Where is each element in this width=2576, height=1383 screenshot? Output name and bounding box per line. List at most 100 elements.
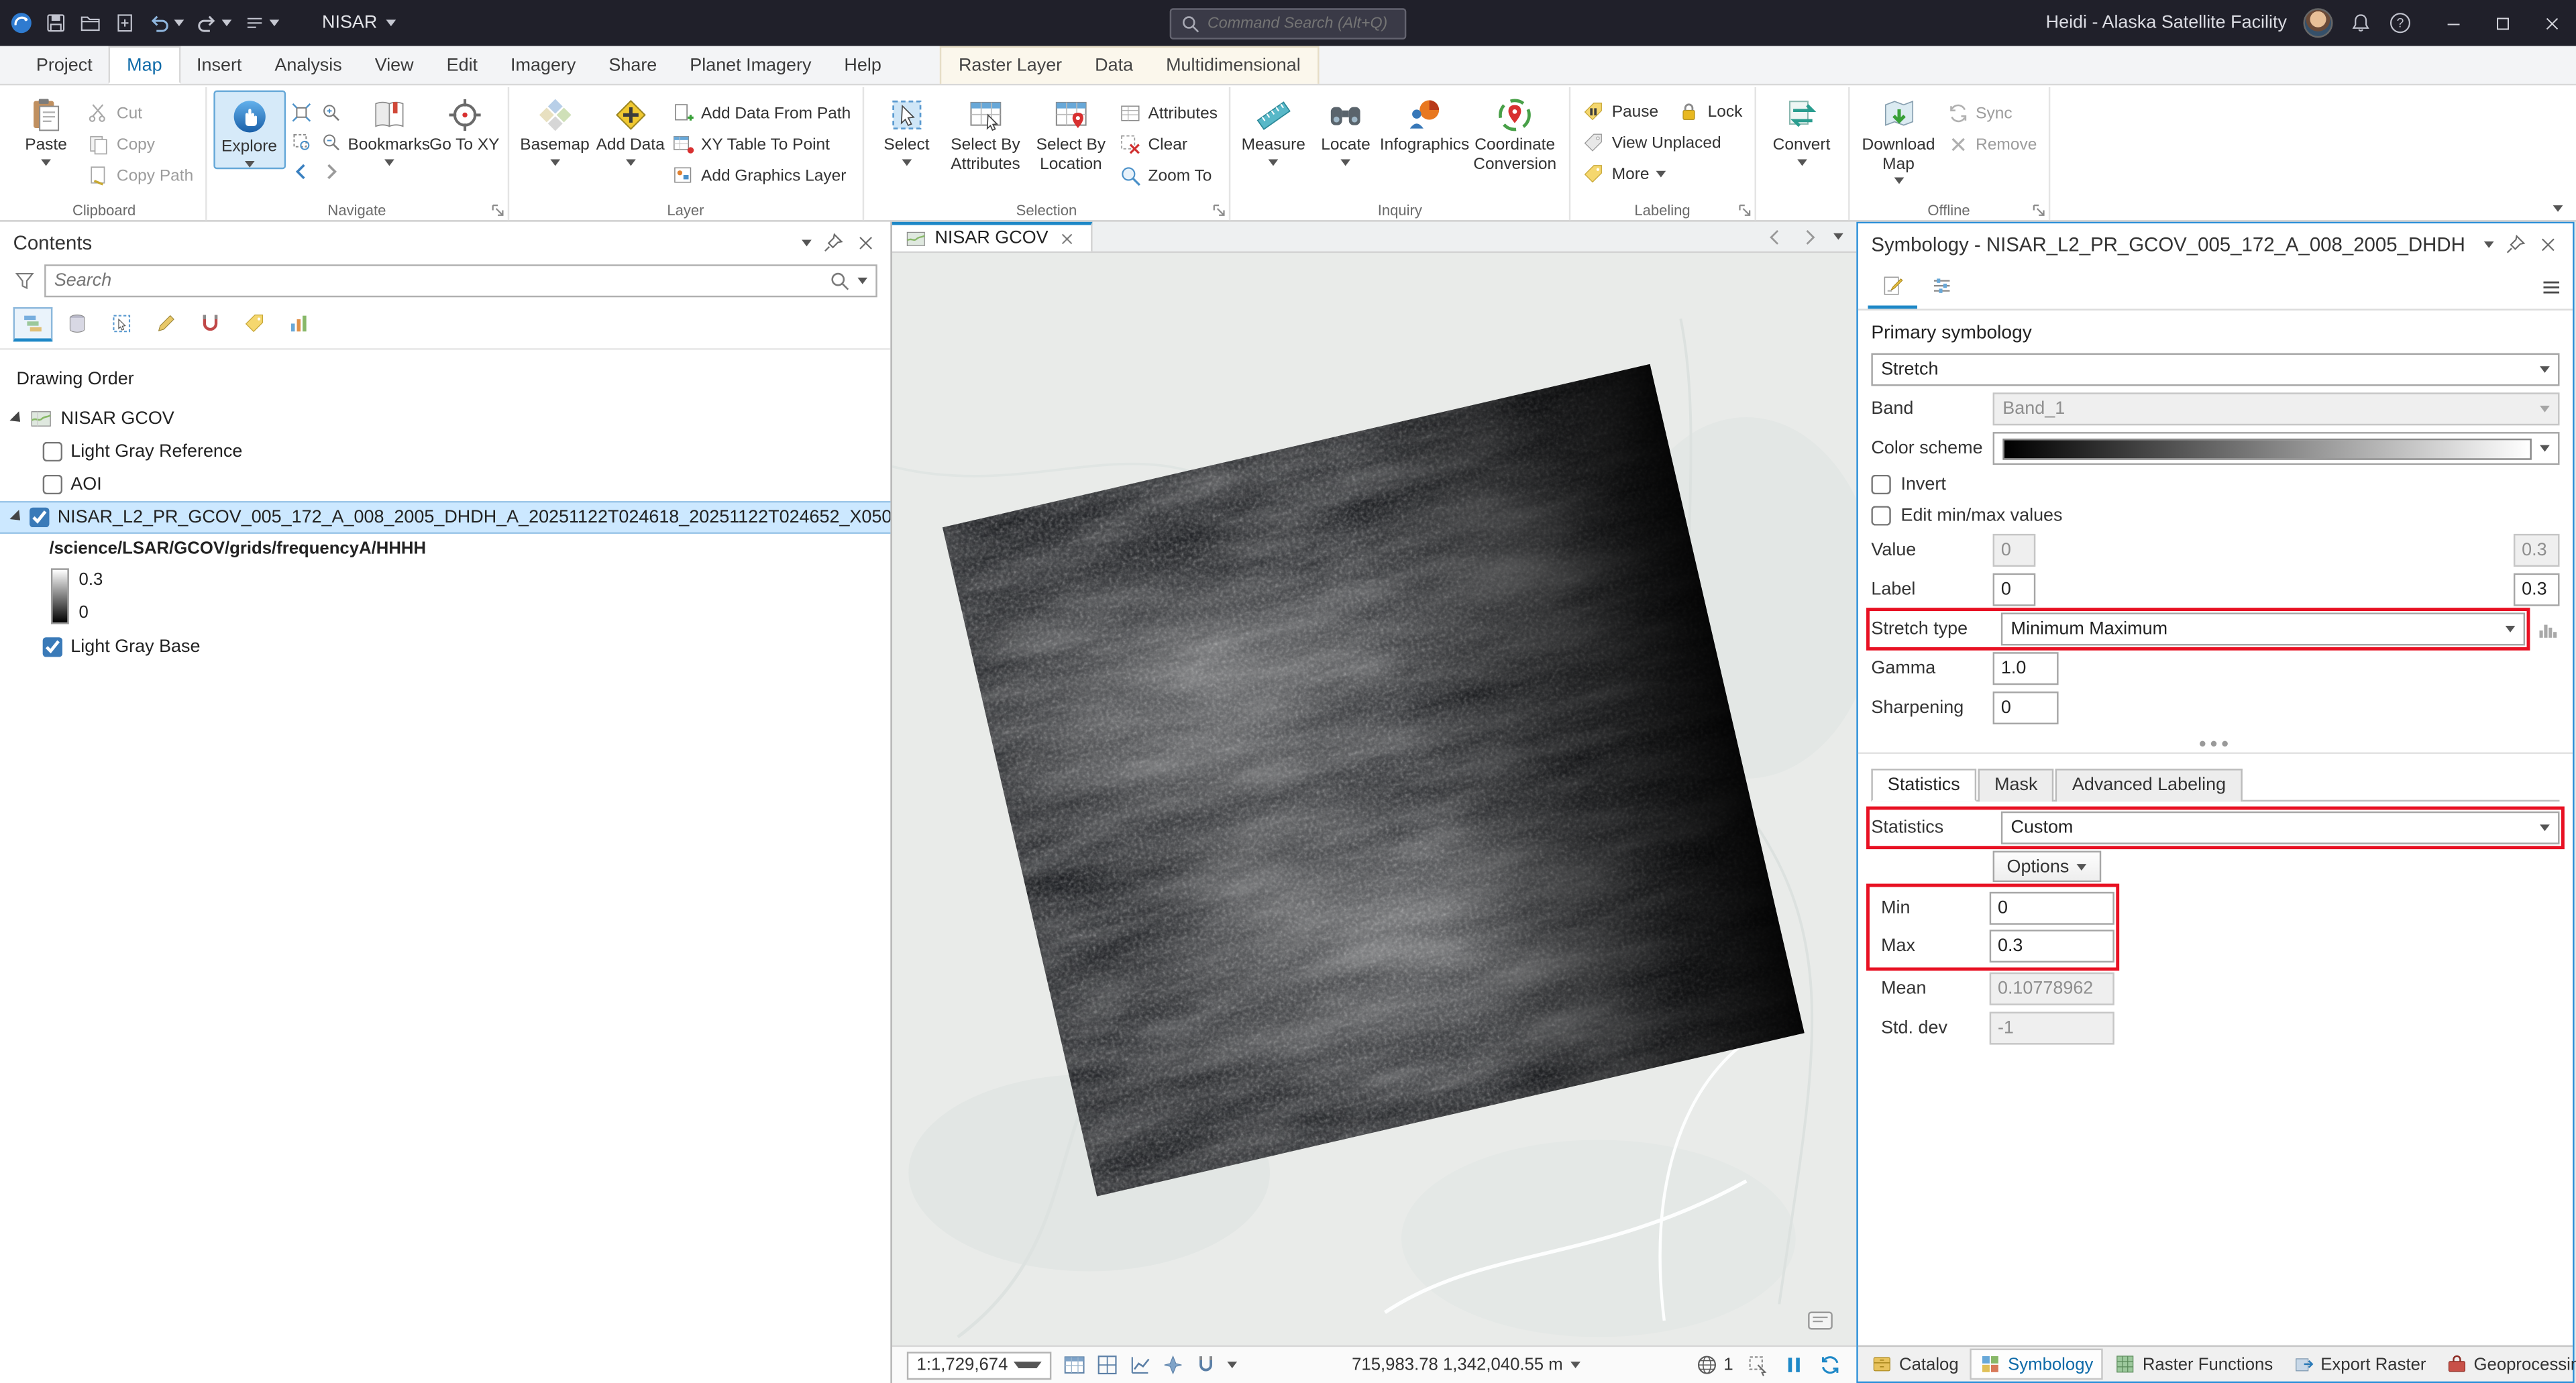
tab-advanced-labeling[interactable]: Advanced Labeling xyxy=(2055,769,2242,801)
symbology-pin-icon[interactable] xyxy=(2504,233,2526,256)
cut-button[interactable]: Cut xyxy=(82,100,198,126)
signed-in-user[interactable]: Heidi - Alaska Satellite Facility xyxy=(2046,13,2287,33)
add-data-from-path-button[interactable]: Add Data From Path xyxy=(667,100,856,126)
command-search-input[interactable] xyxy=(1208,14,1397,32)
tab-map[interactable]: Map xyxy=(109,46,180,84)
help-icon[interactable]: ? xyxy=(2389,11,2412,34)
zoom-to-selection-icon[interactable] xyxy=(290,131,312,153)
snapping-chevron-icon[interactable] xyxy=(1227,1362,1237,1368)
statistics-dropdown[interactable]: Custom xyxy=(2001,812,2560,844)
go-to-xy-button[interactable]: Go To XY xyxy=(428,91,500,156)
user-avatar[interactable] xyxy=(2303,8,2332,38)
clear-button[interactable]: Clear xyxy=(1114,131,1222,158)
gamma-input[interactable] xyxy=(1993,652,2059,685)
sync-button[interactable]: Sync xyxy=(1941,100,2042,126)
refresh-icon[interactable] xyxy=(1819,1353,1841,1376)
color-scheme-dropdown[interactable] xyxy=(1993,432,2560,465)
download-map-button[interactable]: Download Map xyxy=(1856,91,1941,184)
contents-close-icon[interactable] xyxy=(854,231,877,254)
command-search[interactable] xyxy=(1170,7,1407,39)
symbology-close-icon[interactable] xyxy=(2536,233,2559,256)
tree-item-map[interactable]: NISAR GCOV xyxy=(0,402,890,435)
min-input[interactable] xyxy=(1990,892,2114,925)
remove-button[interactable]: Remove xyxy=(1941,131,2042,158)
select-by-attributes-button[interactable]: Select By Attributes xyxy=(943,91,1028,174)
redo-button[interactable] xyxy=(195,11,231,34)
add-data-dropdown-arrow[interactable] xyxy=(625,158,635,165)
stretch-type-dropdown[interactable]: Minimum Maximum xyxy=(2001,612,2525,645)
layout-grid-icon[interactable] xyxy=(1095,1353,1118,1376)
map-canvas[interactable]: 1:1,729,674 715,983.78 1,342,040.55 m xyxy=(892,253,1857,1383)
minimize-button[interactable] xyxy=(2428,0,2477,46)
list-by-selection-tab[interactable] xyxy=(102,307,142,341)
undo-button[interactable] xyxy=(148,11,184,34)
list-by-drawing-order-tab[interactable] xyxy=(13,307,53,341)
label-min-input[interactable] xyxy=(1993,573,2036,606)
notifications-bell-icon[interactable] xyxy=(2349,11,2372,34)
convert-button[interactable]: Convert xyxy=(1762,91,1841,165)
sharpening-input[interactable] xyxy=(1993,692,2059,724)
paste-dropdown-arrow[interactable] xyxy=(41,158,51,165)
panel-menu-icon[interactable] xyxy=(2540,275,2563,298)
tab-analysis[interactable]: Analysis xyxy=(258,46,358,84)
add-graphics-layer-button[interactable]: Add Graphics Layer xyxy=(667,162,856,188)
fixed-zoom-out-icon[interactable] xyxy=(320,131,341,153)
chart-icon[interactable] xyxy=(1128,1353,1151,1376)
tab-view[interactable]: View xyxy=(358,46,430,84)
light-gray-reference-checkbox[interactable] xyxy=(43,442,62,461)
zoom-to-button[interactable]: Zoom To xyxy=(1114,162,1222,188)
label-max-input[interactable] xyxy=(2514,573,2560,606)
gcov-layer-checkbox[interactable] xyxy=(30,508,49,527)
coordinate-conversion-button[interactable]: Coordinate Conversion xyxy=(1467,91,1562,174)
snapping-icon[interactable] xyxy=(1194,1353,1217,1376)
attribute-table-icon[interactable] xyxy=(1063,1353,1085,1376)
pause-labeling-button[interactable]: Pause xyxy=(1577,99,1663,125)
tab-planet-imagery[interactable]: Planet Imagery xyxy=(674,46,828,84)
light-gray-base-checkbox[interactable] xyxy=(43,637,62,657)
explore-dropdown-arrow[interactable] xyxy=(244,160,254,167)
bookmarks-dropdown-arrow[interactable] xyxy=(384,158,394,165)
tab-geoprocessing[interactable]: Geoprocessing xyxy=(2438,1350,2576,1378)
navigator-icon[interactable] xyxy=(1161,1353,1184,1376)
tab-export-raster[interactable]: Export Raster xyxy=(2284,1350,2434,1378)
map-scale-dropdown[interactable]: 1:1,729,674 xyxy=(907,1351,1052,1379)
view-tab-list-chevron-icon[interactable] xyxy=(1833,233,1843,240)
tab-statistics[interactable]: Statistics xyxy=(1871,769,1976,801)
tab-symbology[interactable]: Symbology xyxy=(1970,1349,2103,1380)
save-icon[interactable] xyxy=(44,11,67,34)
histogram-icon[interactable] xyxy=(2536,618,2559,641)
value-min-input[interactable] xyxy=(1993,534,2036,567)
invert-row[interactable]: Invert xyxy=(1871,469,2559,498)
next-extent-icon[interactable] xyxy=(320,161,341,182)
panel-splitter-handle[interactable]: ●●● xyxy=(1858,734,2573,754)
infographics-button[interactable]: Infographics xyxy=(1382,91,1467,156)
tree-item-light-gray-base[interactable]: Light Gray Base xyxy=(0,630,890,663)
options-button[interactable]: Options xyxy=(1993,851,2102,883)
invert-checkbox[interactable] xyxy=(1871,474,1890,494)
basemap-button[interactable]: Basemap xyxy=(515,91,594,165)
customize-dropdown-arrow[interactable] xyxy=(270,19,280,26)
tab-catalog[interactable]: Catalog xyxy=(1863,1350,1967,1378)
close-map-tab-icon[interactable] xyxy=(1057,227,1078,249)
map-view-tab[interactable]: NISAR GCOV xyxy=(892,222,1093,252)
contents-menu-chevron-icon[interactable] xyxy=(802,239,812,245)
lock-labels-button[interactable]: Lock xyxy=(1673,99,1748,125)
select-dropdown-arrow[interactable] xyxy=(902,158,912,165)
renderer-dropdown[interactable]: Stretch xyxy=(1871,353,2559,386)
tab-raster-layer[interactable]: Raster Layer xyxy=(942,48,1078,84)
list-by-editing-tab[interactable] xyxy=(146,307,186,341)
tree-item-gcov-layer[interactable]: NISAR_L2_PR_GCOV_005_172_A_008_2005_DHDH… xyxy=(0,501,890,534)
explore-button[interactable]: Explore xyxy=(213,91,286,168)
new-item-icon[interactable] xyxy=(113,11,136,34)
measure-dropdown-arrow[interactable] xyxy=(1269,158,1279,165)
max-input[interactable] xyxy=(1990,930,2114,962)
list-by-snapping-tab[interactable] xyxy=(191,307,230,341)
edit-minmax-checkbox[interactable] xyxy=(1871,505,1890,524)
customize-quick-access-button[interactable] xyxy=(243,11,279,34)
close-button[interactable] xyxy=(2527,0,2576,46)
locate-button[interactable]: Locate xyxy=(1309,91,1382,165)
map-popup-icon[interactable] xyxy=(1807,1311,1833,1333)
undo-dropdown-arrow[interactable] xyxy=(174,19,184,26)
copy-button[interactable]: Copy xyxy=(82,131,198,158)
convert-dropdown-arrow[interactable] xyxy=(1796,158,1807,165)
